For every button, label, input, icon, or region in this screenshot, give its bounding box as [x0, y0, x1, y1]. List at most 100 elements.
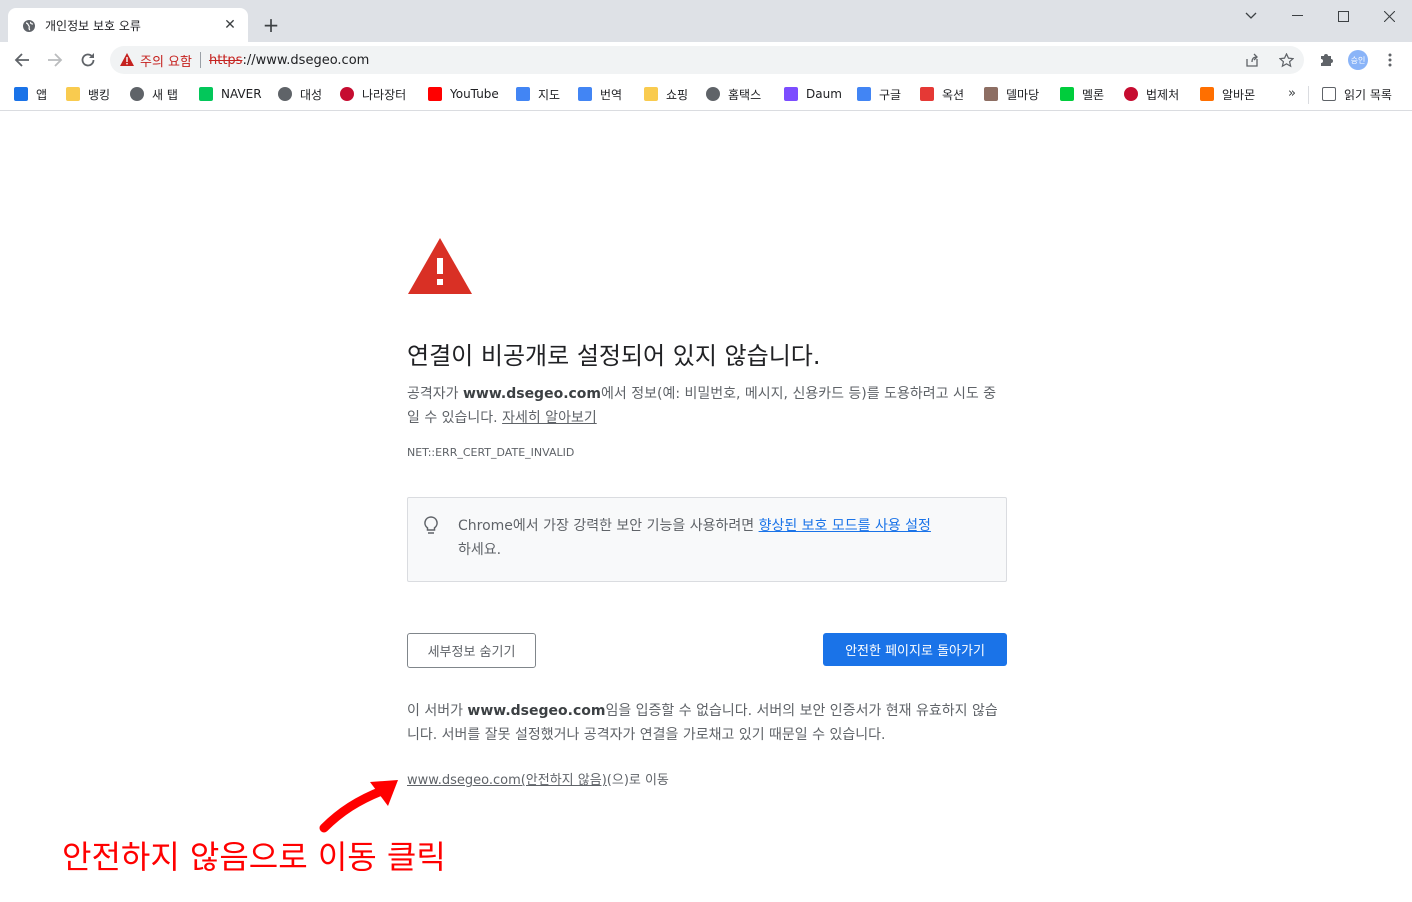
url-host: ://www.dsegeo.com: [242, 52, 370, 68]
map-pin-icon: [516, 87, 530, 101]
bookmark-item[interactable]: NAVER: [199, 84, 262, 104]
address-bar[interactable]: 주의 요함 https ://www.dsegeo.com: [110, 46, 1304, 74]
bookmark-item[interactable]: 법제처: [1124, 84, 1179, 104]
bookmark-label: 법제처: [1146, 87, 1180, 102]
more-bookmarks-chevron-icon[interactable]: »: [1288, 86, 1296, 101]
bookmark-label: 알바몬: [1222, 87, 1256, 102]
promo-text-after: 하세요.: [458, 542, 502, 558]
bookmark-item[interactable]: 홈택스: [706, 84, 761, 104]
translate-icon: [578, 87, 592, 101]
annotation-text: 안전하지 않음으로 이동 클릭: [62, 838, 446, 876]
reading-list-button[interactable]: 읽기 목록: [1322, 84, 1392, 104]
bookmark-label: 뱅킹: [88, 87, 111, 102]
bookmark-item[interactable]: 번역: [578, 84, 622, 104]
bookmark-label: 지도: [538, 87, 561, 102]
warning-triangle-icon[interactable]: [120, 51, 134, 70]
avatar: 승인: [1348, 50, 1368, 70]
naver-icon: [199, 87, 213, 101]
korea-gov-icon: [1124, 87, 1138, 101]
apps-grid-icon: [14, 87, 28, 101]
bookmark-item[interactable]: 구글: [857, 84, 901, 104]
bookmark-item[interactable]: YouTube: [428, 84, 499, 104]
tab-search-chevron-icon[interactable]: [1228, 4, 1274, 28]
bookmark-item[interactable]: 대성: [278, 84, 322, 104]
bookmark-item[interactable]: 쇼핑: [644, 84, 688, 104]
bookmarks-divider: [1308, 86, 1309, 104]
profile-avatar[interactable]: 승인: [1346, 48, 1370, 72]
lightbulb-icon: [424, 516, 438, 544]
maximize-icon[interactable]: [1320, 4, 1366, 28]
learn-more-link[interactable]: 자세히 알아보기: [502, 410, 597, 426]
minimize-icon[interactable]: [1274, 4, 1320, 28]
omnibox-separator: [199, 52, 201, 68]
bookmark-item[interactable]: 지도: [516, 84, 560, 104]
bookmark-item[interactable]: 앱: [14, 84, 47, 104]
bookmark-label: NAVER: [221, 87, 262, 101]
bookmark-label: YouTube: [450, 87, 499, 101]
albamon-icon: [1200, 87, 1214, 101]
proceed-unsafe-link[interactable]: www.dsegeo.com(안전하지 않음): [407, 773, 607, 788]
details-host: www.dsegeo.com: [467, 703, 606, 719]
back-arrow-icon[interactable]: [10, 48, 34, 72]
tab-strip: 개인정보 보호 오류 ✕ +: [0, 0, 1412, 42]
folder-icon: [66, 87, 80, 101]
security-warning-label[interactable]: 주의 요함: [140, 51, 192, 70]
enhanced-protection-link[interactable]: 향상된 보호 모드를 사용 설정: [759, 518, 931, 534]
bookmark-label: 대성: [300, 87, 323, 102]
bookmark-item[interactable]: 알바몬: [1200, 84, 1255, 104]
bookmarks-bar: 앱 뱅킹 새 탭 NAVER 대성 나라장터 YouTube 지도 번역 쇼핑 홈택스 Daum 구글 옥…: [0, 78, 1412, 111]
bookmark-item[interactable]: 나라장터: [340, 84, 406, 104]
bookmark-item[interactable]: 뱅킹: [66, 84, 110, 104]
close-tab-icon[interactable]: ✕: [222, 17, 238, 33]
daum-icon: [784, 87, 798, 101]
page-title: 연결이 비공개로 설정되어 있지 않습니다.: [407, 342, 821, 370]
bookmark-item[interactable]: 새 탭: [130, 84, 178, 104]
person-icon: [984, 87, 998, 101]
back-to-safety-button[interactable]: 안전한 페이지로 돌아가기: [823, 633, 1007, 666]
bookmark-label: 앱: [36, 87, 48, 102]
promo-text-before: Chrome에서 가장 강력한 보안 기능을 사용하려면: [458, 518, 759, 534]
url-scheme: https: [208, 52, 243, 68]
reload-icon[interactable]: [76, 48, 100, 72]
hide-details-button[interactable]: 세부정보 숨기기: [407, 633, 536, 668]
window-close-icon[interactable]: [1366, 4, 1412, 28]
bookmark-label: Daum: [806, 87, 842, 101]
proceed-suffix: (으)로 이동: [606, 773, 669, 788]
bookmark-label: 나라장터: [362, 87, 407, 102]
error-code: NET::ERR_CERT_DATE_INVALID: [407, 446, 575, 459]
menu-kebab-icon[interactable]: [1378, 48, 1402, 72]
desc-text-before: 공격자가: [407, 386, 463, 402]
forward-arrow-icon[interactable]: [43, 48, 67, 72]
details-text-before: 이 서버가: [407, 703, 468, 719]
share-icon[interactable]: [1242, 50, 1262, 70]
bookmark-star-icon[interactable]: [1276, 50, 1296, 70]
bookmark-label: 홈택스: [728, 87, 762, 102]
bookmark-label: 쇼핑: [666, 87, 689, 102]
details-text: 이 서버가 www.dsegeo.com임을 입증할 수 없습니다. 서버의 보…: [407, 699, 1007, 747]
enhanced-protection-promo: Chrome에서 가장 강력한 보안 기능을 사용하려면 향상된 보호 모드를 …: [407, 497, 1007, 582]
main-description: 공격자가 www.dsegeo.com에서 정보(예: 비밀번호, 메시지, 신…: [407, 382, 1007, 430]
bookmark-item[interactable]: 옥션: [920, 84, 964, 104]
warning-icon: [407, 236, 473, 300]
proceed-line: www.dsegeo.com(안전하지 않음)(으)로 이동: [407, 769, 669, 788]
globe-icon: [278, 87, 292, 101]
reading-list-label: 읽기 목록: [1344, 87, 1392, 102]
tab-privacy-error[interactable]: 개인정보 보호 오류 ✕: [8, 8, 248, 42]
bookmark-label: 델마당: [1006, 87, 1040, 102]
bookmark-label: 옥션: [942, 87, 965, 102]
reading-list-icon: [1322, 87, 1336, 101]
globe-icon: [22, 18, 36, 32]
desc-host: www.dsegeo.com: [462, 386, 602, 402]
youtube-icon: [428, 87, 442, 101]
korea-gov-icon: [340, 87, 354, 101]
bookmark-item[interactable]: Daum: [784, 84, 842, 104]
melon-icon: [1060, 87, 1074, 101]
bookmark-item[interactable]: 델마당: [984, 84, 1039, 104]
new-tab-button[interactable]: +: [260, 14, 282, 36]
bookmark-item[interactable]: 멜론: [1060, 84, 1104, 104]
bookmark-label: 새 탭: [152, 87, 178, 102]
extensions-puzzle-icon[interactable]: [1314, 48, 1338, 72]
tab-title: 개인정보 보호 오류: [45, 18, 141, 33]
bookmark-label: 구글: [879, 87, 902, 102]
browser-toolbar: 주의 요함 https ://www.dsegeo.com 승인: [0, 42, 1412, 78]
